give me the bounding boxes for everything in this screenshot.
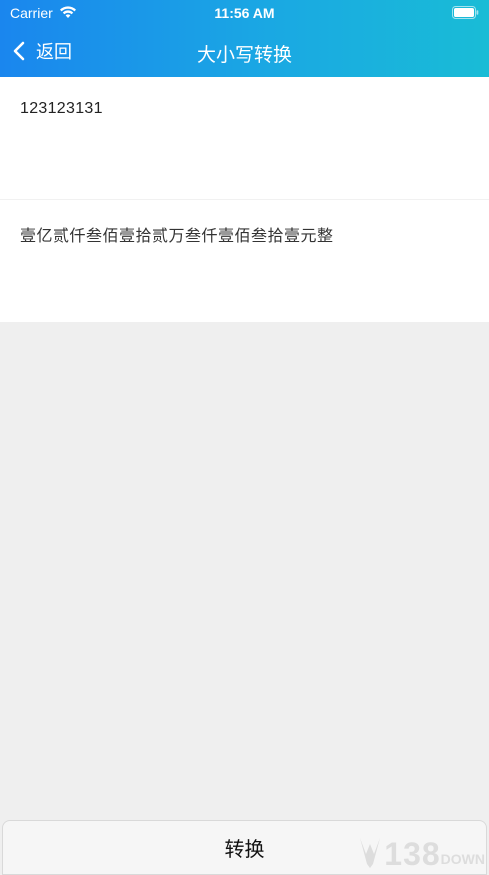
status-bar: Carrier 11:56 AM (0, 0, 489, 26)
result-text-area[interactable]: 壹亿贰仟叁佰壹拾贰万叁仟壹佰叁拾壹元整 (0, 200, 489, 322)
watermark-number: 138 (384, 835, 441, 872)
app-header: Carrier 11:56 AM 返回 大小写转换 (0, 0, 489, 77)
page-title: 大小写转换 (196, 45, 292, 66)
number-input-field[interactable]: 123123131 (0, 77, 489, 200)
status-time: 11:56 AM (214, 5, 275, 21)
navigation-bar: 返回 大小写转换 (0, 26, 489, 77)
battery-icon (452, 6, 479, 22)
number-input-value: 123123131 (20, 100, 103, 117)
convert-button-label: 转换 (224, 839, 265, 861)
result-value: 壹亿贰仟叁佰壹拾贰万叁仟壹佰叁拾壹元整 (20, 228, 334, 245)
watermark-word: DOWN (440, 851, 485, 867)
watermark-logo: 138 DOWN (356, 835, 485, 873)
watermark-leaf-icon (356, 834, 384, 875)
